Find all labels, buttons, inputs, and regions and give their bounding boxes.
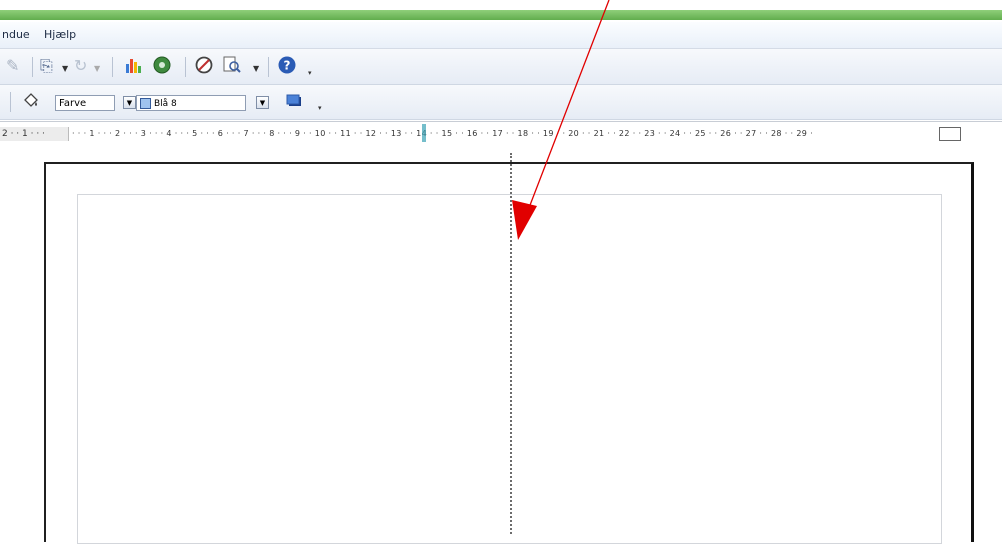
arrow-head-icon [512,200,537,240]
annotation-arrow [512,0,610,240]
